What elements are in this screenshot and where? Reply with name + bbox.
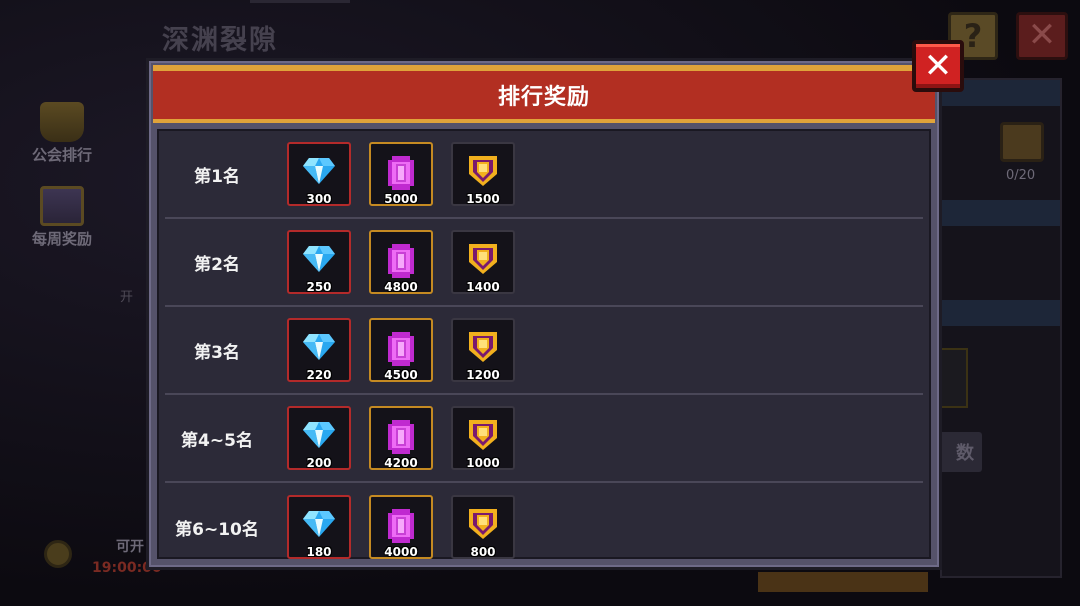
shield-token-reward-slot[interactable]: 800 <box>451 495 515 559</box>
rank-label: 第2名 <box>194 254 240 275</box>
rank-row: 第4~5名 200 4200 1000 <box>165 395 923 483</box>
shield-token-reward-slot[interactable]: 1400 <box>451 230 515 294</box>
rank-rewards-modal: 排行奖励 第1名 300 5000 1500 第2名 250 4800 1400 第3名… <box>146 58 942 570</box>
shield-token-icon <box>469 332 497 362</box>
rank-label: 第3名 <box>194 342 240 363</box>
diamond-reward-slot[interactable]: 250 <box>287 230 351 294</box>
background-count-button[interactable]: 数 <box>936 432 982 472</box>
reward-quantity: 250 <box>306 280 332 294</box>
reward-quantity: 1000 <box>466 456 500 470</box>
shield-token-icon <box>469 156 497 186</box>
reward-quantity: 1200 <box>466 368 500 382</box>
shield-token-reward-slot[interactable]: 1200 <box>451 318 515 382</box>
purple-gem-icon <box>386 332 416 366</box>
background-slot <box>938 348 968 408</box>
reward-quantity: 4500 <box>384 368 418 382</box>
purple-gem-reward-slot[interactable]: 4000 <box>369 495 433 559</box>
rewards-list: 第1名 300 5000 1500 第2名 250 4800 1400 第3名 220 4… <box>157 129 931 559</box>
purple-gem-icon <box>386 156 416 190</box>
purple-gem-reward-slot[interactable]: 5000 <box>369 142 433 206</box>
reward-quantity: 4800 <box>384 280 418 294</box>
shield-token-reward-slot[interactable]: 1000 <box>451 406 515 470</box>
diamond-reward-slot[interactable]: 200 <box>287 406 351 470</box>
rank-row: 第3名 220 4500 1200 <box>165 307 923 395</box>
shield-token-reward-slot[interactable]: 1500 <box>451 142 515 206</box>
background-top-bar <box>250 0 350 3</box>
background-right-band <box>942 300 1060 326</box>
reward-quantity: 180 <box>306 545 332 559</box>
reward-quantity: 800 <box>470 545 496 559</box>
background-partial-text: 开 <box>120 290 134 305</box>
sidebar-item-guild-ranking[interactable]: 公会排行 <box>22 102 102 165</box>
stopwatch-icon <box>44 540 72 568</box>
rank-row: 第2名 250 4800 1400 <box>165 219 923 307</box>
chest-count: 0/20 <box>1006 168 1036 183</box>
purple-gem-icon <box>386 420 416 454</box>
diamond-reward-slot[interactable]: 300 <box>287 142 351 206</box>
trophy-icon <box>40 102 84 142</box>
purple-gem-icon <box>386 509 416 543</box>
modal-header: 排行奖励 <box>153 65 935 123</box>
background-bottom-button[interactable] <box>758 572 928 592</box>
shield-token-icon <box>469 420 497 450</box>
diamond-icon <box>303 509 335 537</box>
purple-gem-reward-slot[interactable]: 4800 <box>369 230 433 294</box>
reward-quantity: 300 <box>306 192 332 206</box>
close-icon: ✕ <box>923 46 953 86</box>
purple-gem-icon <box>386 244 416 278</box>
reward-quantity: 4000 <box>384 545 418 559</box>
diamond-reward-slot[interactable]: 220 <box>287 318 351 382</box>
purple-gem-reward-slot[interactable]: 4200 <box>369 406 433 470</box>
reward-quantity: 200 <box>306 456 332 470</box>
diamond-icon <box>303 244 335 272</box>
reward-quantity: 1400 <box>466 280 500 294</box>
rank-label: 第1名 <box>194 166 240 187</box>
shield-token-icon <box>469 509 497 539</box>
sidebar-item-label: 公会排行 <box>31 146 92 164</box>
background-page-title: 深渊裂隙 <box>162 25 278 56</box>
rank-label: 第6~10名 <box>175 519 259 540</box>
close-button[interactable]: ✕ <box>912 40 964 92</box>
rank-row: 第1名 300 5000 1500 <box>165 131 923 219</box>
rank-label: 第4~5名 <box>181 430 253 451</box>
background-close-button[interactable]: ✕ <box>1016 12 1068 60</box>
reward-quantity: 1500 <box>466 192 500 206</box>
diamond-icon <box>303 156 335 184</box>
diamond-reward-slot[interactable]: 180 <box>287 495 351 559</box>
timer-label: 可开 <box>116 539 144 555</box>
chest-icon[interactable] <box>1000 122 1044 162</box>
scroll-icon <box>40 186 84 226</box>
reward-quantity: 220 <box>306 368 332 382</box>
rank-row: 第6~10名 180 4000 800 <box>165 483 923 571</box>
modal-title: 排行奖励 <box>497 85 590 110</box>
reward-quantity: 4200 <box>384 456 418 470</box>
purple-gem-reward-slot[interactable]: 4500 <box>369 318 433 382</box>
shield-token-icon <box>469 244 497 274</box>
sidebar-item-label: 每周奖励 <box>31 230 92 248</box>
diamond-icon <box>303 332 335 360</box>
background-right-band <box>942 200 1060 226</box>
diamond-icon <box>303 420 335 448</box>
reward-quantity: 5000 <box>384 192 418 206</box>
sidebar-item-weekly-reward[interactable]: 每周奖励 <box>22 186 102 249</box>
